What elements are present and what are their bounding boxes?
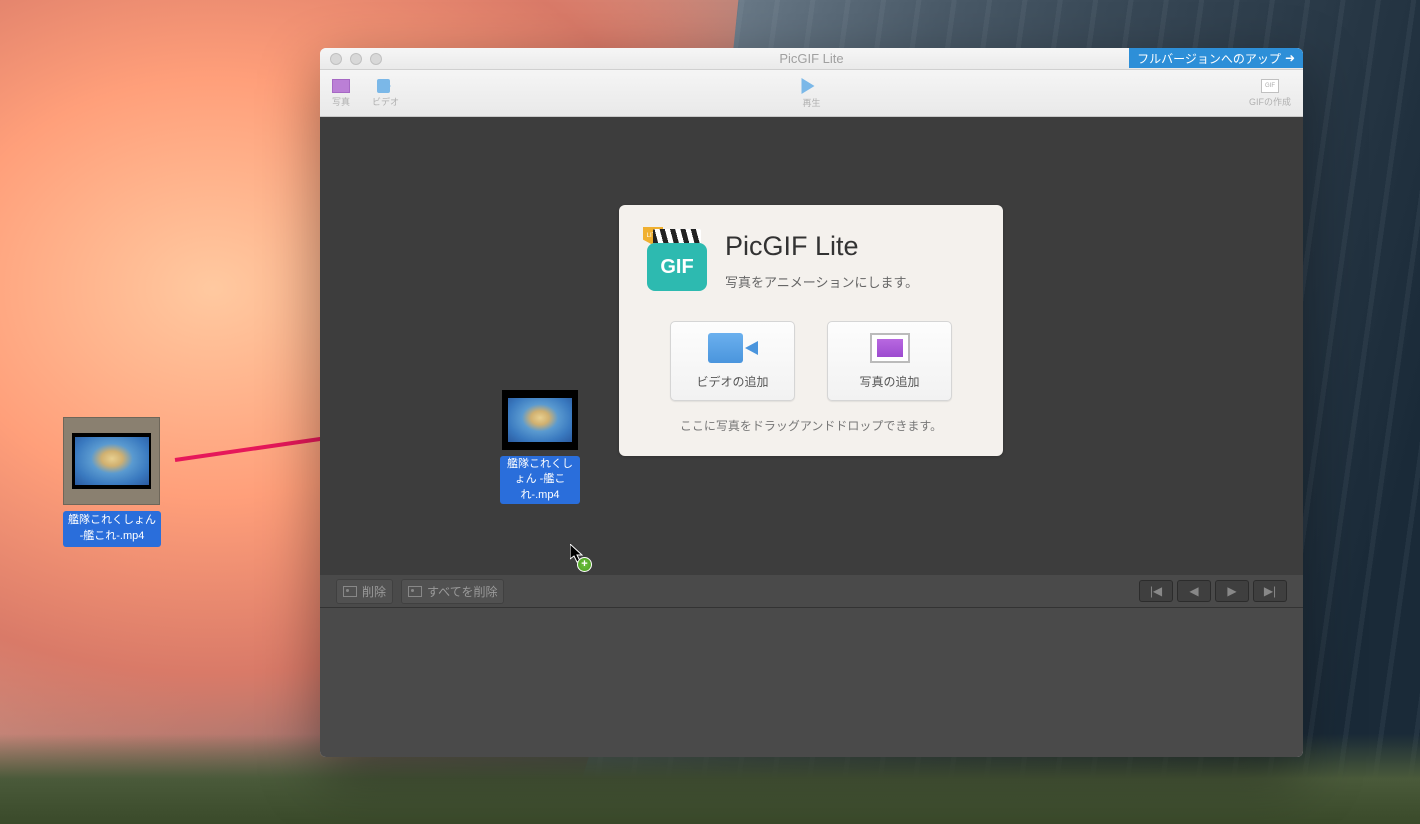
add-video-button[interactable]: ビデオの追加 [670, 321, 795, 401]
upgrade-button[interactable]: フルバージョンへのアップ ➜ [1129, 48, 1303, 68]
ghost-label: 艦隊これくしょん -艦これ-.mp4 [500, 456, 580, 504]
delete-all-button[interactable]: すべてを削除 [401, 579, 504, 604]
add-photo-label: 写真の追加 [859, 373, 919, 390]
drag-ghost: 艦隊これくしょん -艦これ-.mp4 [500, 390, 580, 504]
file-label: 艦隊これくしょん -艦これ-.mp4 [63, 511, 161, 547]
nav-first-button[interactable]: |◀ [1139, 580, 1173, 602]
video-icon [708, 333, 758, 363]
last-icon: ▶| [1264, 584, 1276, 598]
upgrade-label: フルバージョンへのアップ [1137, 50, 1281, 67]
delete-all-label: すべてを削除 [427, 583, 497, 600]
gif-icon: GIF [1261, 79, 1279, 93]
nav-prev-button[interactable]: ◀ [1177, 580, 1211, 602]
toolbar: 写真 ビデオ 再生 GIF GIFの作成 [320, 70, 1303, 117]
next-icon: ▶ [1227, 584, 1236, 598]
toolbar-gif-label: GIFの作成 [1249, 95, 1291, 108]
toolbar-video-label: ビデオ [372, 95, 399, 108]
play-icon [801, 78, 822, 94]
app-window: PicGIF Lite フルバージョンへのアップ ➜ 写真 ビデオ 再生 GIF… [320, 48, 1303, 757]
video-icon [377, 79, 395, 93]
toolbar-photo-button[interactable]: 写真 [332, 79, 350, 108]
desktop-file[interactable]: 艦隊これくしょん -艦これ-.mp4 [63, 417, 161, 547]
canvas-area[interactable]: LITE GIF PicGIF Lite 写真をアニメーションにします。 ビデオ… [320, 117, 1303, 575]
add-video-label: ビデオの追加 [696, 373, 768, 390]
image-icon [343, 586, 357, 597]
app-icon: LITE GIF [647, 231, 707, 291]
clapper-icon [653, 229, 701, 243]
delete-label: 削除 [362, 583, 386, 600]
titlebar[interactable]: PicGIF Lite フルバージョンへのアップ ➜ [320, 48, 1303, 70]
drop-hint: ここに写真をドラッグアンドドロップできます。 [647, 417, 975, 434]
nav-next-button[interactable]: ▶ [1215, 580, 1249, 602]
ghost-thumbnail [502, 390, 578, 450]
thumbnail-strip[interactable] [320, 607, 1303, 757]
add-photo-button[interactable]: 写真の追加 [827, 321, 952, 401]
welcome-subtitle: 写真をアニメーションにします。 [725, 272, 918, 291]
welcome-title: PicGIF Lite [725, 231, 918, 262]
frame-toolstrip: 削除 すべてを削除 |◀ ◀ ▶ ▶| [320, 575, 1303, 607]
delete-button[interactable]: 削除 [336, 579, 393, 604]
gif-icon-text: GIF [647, 243, 707, 291]
photo-icon [870, 333, 910, 363]
image-icon [408, 586, 422, 597]
drag-copy-badge-icon: + [577, 557, 592, 572]
toolbar-photo-label: 写真 [332, 95, 350, 108]
prev-icon: ◀ [1189, 584, 1198, 598]
toolbar-play-button[interactable]: 再生 [801, 78, 822, 109]
frame-nav: |◀ ◀ ▶ ▶| [1139, 580, 1287, 602]
toolbar-play-label: 再生 [802, 96, 820, 109]
photo-icon [332, 79, 350, 93]
file-thumbnail [63, 417, 160, 505]
arrow-right-icon: ➜ [1285, 51, 1295, 65]
first-icon: |◀ [1150, 584, 1162, 598]
toolbar-create-gif-button[interactable]: GIF GIFの作成 [1249, 79, 1291, 108]
welcome-panel: LITE GIF PicGIF Lite 写真をアニメーションにします。 ビデオ… [619, 205, 1003, 456]
nav-last-button[interactable]: ▶| [1253, 580, 1287, 602]
toolbar-video-button[interactable]: ビデオ [372, 79, 399, 108]
